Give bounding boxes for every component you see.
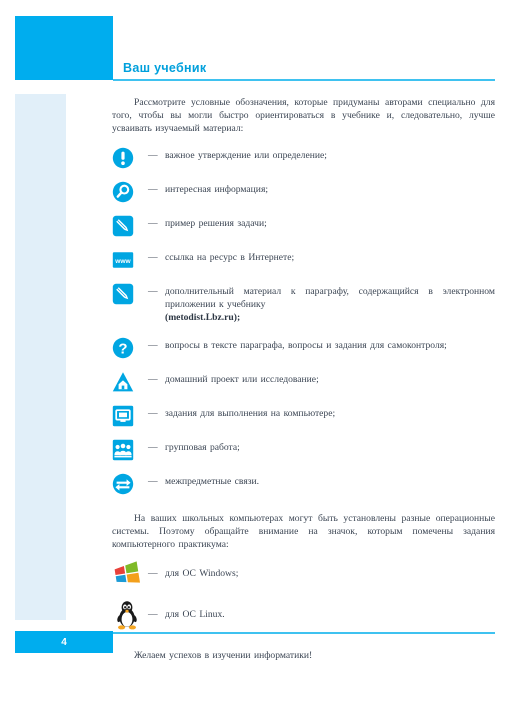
left-margin-tint-column [15,94,66,620]
list-item: ? — вопросы в тексте параграфа, вопросы … [112,336,495,359]
question-circle-icon: ? [112,336,148,359]
legend-dash: — [148,184,158,196]
list-item: — важное утверждение или определение; [112,146,495,169]
header-divider [113,79,495,81]
legend-dash: — [148,218,158,230]
list-item-label: дополнительный материал к параграфу, сод… [165,282,495,324]
list-item-label: задания для выполнения на компьютере; [165,407,336,419]
page-title: Ваш учебник [123,61,207,75]
list-item-label: вопросы в тексте параграфа, вопросы и за… [165,339,447,351]
windows-logo-icon [112,561,148,587]
list-item-label: для ОС Windows; [165,568,239,580]
list-item-label: домашний проект или исследование; [165,373,319,385]
legend-dash: — [148,150,158,162]
list-item: — задания для выполнения на компьютере; [112,404,495,427]
pencil-square-icon [112,214,148,237]
legend-dash: — [148,286,158,298]
list-item-label: межпредметные связи. [165,475,260,487]
home-triangle-icon [112,370,148,393]
os-dash: — [148,609,158,621]
legend-dash: — [148,475,158,487]
www-square-icon: www [112,248,148,271]
closing-line: Желаем успехов в изучении информатики! [134,649,313,661]
list-item-label: интересная информация; [165,184,269,196]
linux-tux-logo-icon [112,599,148,631]
list-item: — интересная информация; [112,180,495,203]
page-number: 4 [61,636,67,648]
page-content: Рассмотрите условные обозначения, которы… [112,96,495,661]
list-item: www — ссылка на ресурс в Интернете; [112,248,495,271]
list-item-label-main: дополнительный материал к параграфу, сод… [165,286,495,311]
os-paragraph: На ваших школьных компьютерах могут быть… [112,512,495,550]
legend-dash: — [148,339,158,351]
os-list: — для ОС Windows; — для ОС Linux. [112,561,495,631]
list-item: — групповая работа; [112,438,495,461]
footer-divider [113,632,495,634]
os-dash: — [148,568,158,580]
svg-text:www: www [114,258,131,265]
list-item-label-url: (metodist.Lbz.ru); [165,312,241,324]
legend-list: — важное утверждение или определение; — … [112,146,495,494]
list-item: — домашний проект или исследование; [112,370,495,393]
monitor-square-icon [112,404,148,427]
legend-dash: — [148,441,158,453]
list-item-label: важное утверждение или определение; [165,150,327,162]
header-accent-block [15,16,113,80]
list-item-label: для ОС Linux. [165,609,225,621]
list-item: — для ОС Windows; [112,561,495,587]
list-item-label: пример решения задачи; [165,218,267,230]
group-people-square-icon [112,438,148,461]
intro-paragraph: Рассмотрите условные обозначения, которы… [112,97,495,135]
list-item: — дополнительный материал к параграфу, с… [112,282,495,324]
legend-dash: — [148,373,158,385]
pencil-supplement-icon [112,282,148,305]
list-item-label: ссылка на ресурс в Интернете; [165,252,295,264]
svg-text:?: ? [118,340,127,357]
list-item: — пример решения задачи; [112,214,495,237]
list-item: — межпредметные связи. [112,472,495,495]
list-item: — для ОС Linux. [112,599,495,631]
exclamation-circle-icon [112,146,148,169]
list-item-label: групповая работа; [165,441,240,453]
legend-dash: — [148,252,158,264]
magnifier-circle-icon [112,180,148,203]
legend-dash: — [148,407,158,419]
two-arrows-circle-icon [112,472,148,495]
